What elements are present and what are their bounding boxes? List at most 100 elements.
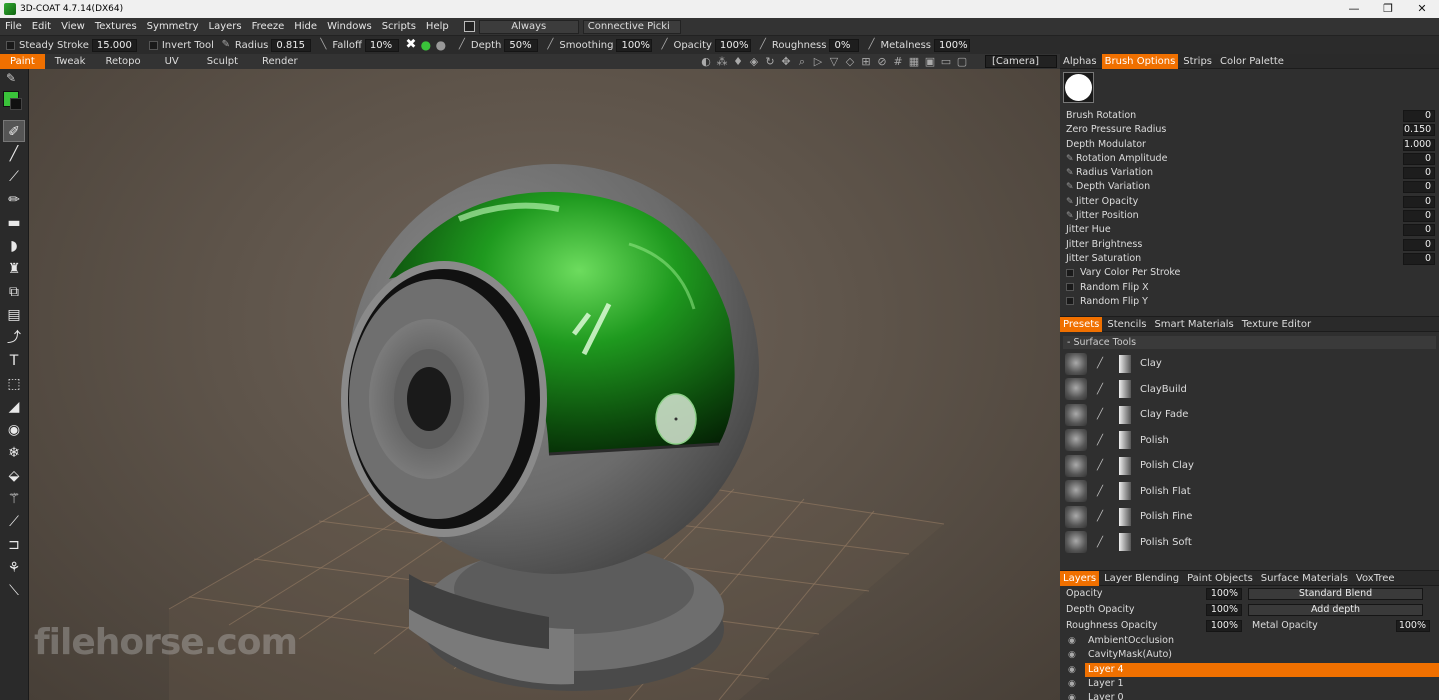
- wire-icon[interactable]: ⊞: [858, 55, 874, 68]
- metalness-value[interactable]: 100%: [934, 38, 971, 52]
- depth-opacity-value[interactable]: 100%: [1206, 604, 1242, 616]
- smudge-tool-icon[interactable]: ⬙: [3, 465, 25, 487]
- text-tool-icon[interactable]: T: [3, 350, 25, 372]
- tab-voxtree[interactable]: VoxTree: [1353, 571, 1398, 586]
- layer-opacity-value[interactable]: 100%: [1206, 588, 1242, 600]
- menu-edit[interactable]: Edit: [27, 18, 56, 36]
- shading-icon[interactable]: ◐: [698, 55, 714, 68]
- pen-pressure-icon[interactable]: ✎: [1066, 152, 1076, 166]
- pen-pressure-icon[interactable]: ✎: [1066, 180, 1076, 194]
- color-picker-icon[interactable]: ✎: [6, 71, 16, 85]
- menu-view[interactable]: View: [56, 18, 90, 36]
- brush-tool-icon[interactable]: ✐: [3, 120, 25, 142]
- eye-icon[interactable]: ◉: [1068, 663, 1076, 677]
- pen-pressure-icon[interactable]: ✎: [1066, 209, 1076, 223]
- depth-pen-icon[interactable]: ╱: [456, 39, 468, 51]
- eye-icon[interactable]: ◉: [1068, 691, 1076, 700]
- preset-item[interactable]: ╱ Polish Flat: [1060, 479, 1439, 505]
- lighting-icon[interactable]: ⁂: [714, 55, 730, 68]
- menu-scripts[interactable]: Scripts: [377, 18, 421, 36]
- opacity-value[interactable]: 100%: [714, 38, 751, 52]
- menu-windows[interactable]: Windows: [322, 18, 377, 36]
- alpha-preview[interactable]: [1063, 72, 1094, 103]
- always-checkbox[interactable]: [463, 21, 475, 32]
- tab-smart-materials[interactable]: Smart Materials: [1151, 317, 1236, 332]
- snowflake-tool-icon[interactable]: ❄: [3, 442, 25, 464]
- room-uv[interactable]: UV: [151, 54, 193, 69]
- connective-dropdown[interactable]: Connective Picki: [582, 19, 681, 34]
- frame-icon[interactable]: ▷: [810, 55, 826, 68]
- grid2-icon[interactable]: ▦: [906, 55, 922, 68]
- preset-item[interactable]: ╱ Clay: [1060, 351, 1439, 377]
- menu-textures[interactable]: Textures: [90, 18, 142, 36]
- persp-icon[interactable]: ▽: [826, 55, 842, 68]
- layer-row[interactable]: ◉ Layer 4: [1060, 662, 1439, 677]
- material-sphere-icon[interactable]: ●: [435, 39, 447, 51]
- tab-brush-options[interactable]: Brush Options: [1101, 53, 1179, 69]
- stroke-tool-icon[interactable]: ⟋: [3, 166, 25, 188]
- screen-icon[interactable]: ▢: [954, 55, 970, 68]
- smoothing-pen-icon[interactable]: ╱: [544, 39, 556, 51]
- preset-item[interactable]: ╱ ClayBuild: [1060, 377, 1439, 403]
- roughness-opacity-value[interactable]: 100%: [1206, 620, 1242, 632]
- airbrush-tool-icon[interactable]: ✏: [3, 189, 25, 211]
- falloff-icon[interactable]: ╲: [317, 39, 329, 51]
- preset-item[interactable]: ╱ Polish Clay: [1060, 453, 1439, 479]
- checkbox[interactable]: [1066, 283, 1074, 292]
- menu-layers[interactable]: Layers: [204, 18, 247, 36]
- room-paint[interactable]: Paint: [0, 54, 45, 69]
- magic-wand-icon[interactable]: ⚚: [3, 488, 25, 510]
- layer-row[interactable]: ◉ Layer 0: [1060, 691, 1439, 700]
- tab-layer-blending[interactable]: Layer Blending: [1101, 571, 1182, 586]
- cross-icon[interactable]: ✖: [405, 38, 417, 51]
- bucket-tool-icon[interactable]: ◗: [3, 235, 25, 257]
- texture-icon[interactable]: ◈: [746, 55, 762, 68]
- color-sphere-icon[interactable]: ●: [420, 39, 432, 51]
- stamp-tool-icon[interactable]: ♜: [3, 258, 25, 280]
- smoothing-value[interactable]: 100%: [616, 38, 653, 52]
- room-render[interactable]: Render: [252, 54, 308, 69]
- brush-option-checkbox-row[interactable]: Random Flip Y: [1060, 295, 1439, 309]
- camera-dropdown[interactable]: [Camera]: [985, 55, 1057, 68]
- menu-hide[interactable]: Hide: [289, 18, 322, 36]
- tab-presets[interactable]: Presets: [1060, 316, 1103, 332]
- curve-tool-icon[interactable]: ⤴: [3, 327, 25, 349]
- pen-pressure-icon[interactable]: ✎: [220, 39, 232, 51]
- layer-row[interactable]: ◉ Layer 1: [1060, 677, 1439, 691]
- transform-tool-icon[interactable]: ⬚: [3, 373, 25, 395]
- pen-pressure-icon[interactable]: ✎: [1066, 195, 1076, 209]
- opacity-pen-icon[interactable]: ╱: [658, 39, 670, 51]
- eye-icon[interactable]: ◉: [1068, 634, 1076, 648]
- ruler-tool-icon[interactable]: ⟍: [3, 580, 25, 602]
- brush-option-value[interactable]: 0.150: [1403, 124, 1435, 137]
- 3d-viewport[interactable]: filehorse.com: [29, 69, 1060, 700]
- brush-option-value[interactable]: 0: [1403, 181, 1435, 194]
- layer-row[interactable]: ◉ AmbientOcclusion: [1060, 634, 1439, 648]
- always-dropdown[interactable]: Always: [478, 19, 579, 34]
- brush-option-value[interactable]: 0: [1403, 152, 1435, 165]
- checkbox[interactable]: [1066, 268, 1074, 277]
- brush-option-value[interactable]: 0: [1403, 110, 1435, 122]
- room-retopo[interactable]: Retopo: [95, 54, 150, 69]
- eye-icon[interactable]: ◉: [1068, 677, 1076, 691]
- metalness-pen-icon[interactable]: ╱: [865, 39, 877, 51]
- tab-stencils[interactable]: Stencils: [1104, 317, 1149, 332]
- brush-option-value[interactable]: 0: [1403, 195, 1435, 208]
- blend-mode-dropdown[interactable]: Standard Blend: [1248, 588, 1423, 600]
- stretch-tool-icon[interactable]: ⊐: [3, 534, 25, 556]
- falloff-value[interactable]: 10%: [364, 38, 399, 52]
- page-tool-icon[interactable]: ▤: [3, 304, 25, 326]
- roughness-value[interactable]: 0%: [829, 38, 860, 52]
- steady-stroke-checkbox[interactable]: [6, 40, 15, 50]
- tab-surface-materials[interactable]: Surface Materials: [1258, 571, 1351, 586]
- copy-tool-icon[interactable]: ⧉: [3, 281, 25, 303]
- line-tool-icon[interactable]: ╱: [3, 143, 25, 165]
- rotate-icon[interactable]: ↻: [762, 55, 778, 68]
- secondary-color-swatch[interactable]: [10, 98, 22, 110]
- zoom-icon[interactable]: ⌕: [794, 55, 810, 69]
- minimize-button[interactable]: —: [1337, 0, 1371, 18]
- brush-option-value[interactable]: 0: [1403, 224, 1435, 237]
- butterfly-tool-icon[interactable]: ⚘: [3, 557, 25, 579]
- pan-icon[interactable]: ✥: [778, 55, 794, 68]
- steady-stroke-value[interactable]: 15.000: [91, 38, 137, 52]
